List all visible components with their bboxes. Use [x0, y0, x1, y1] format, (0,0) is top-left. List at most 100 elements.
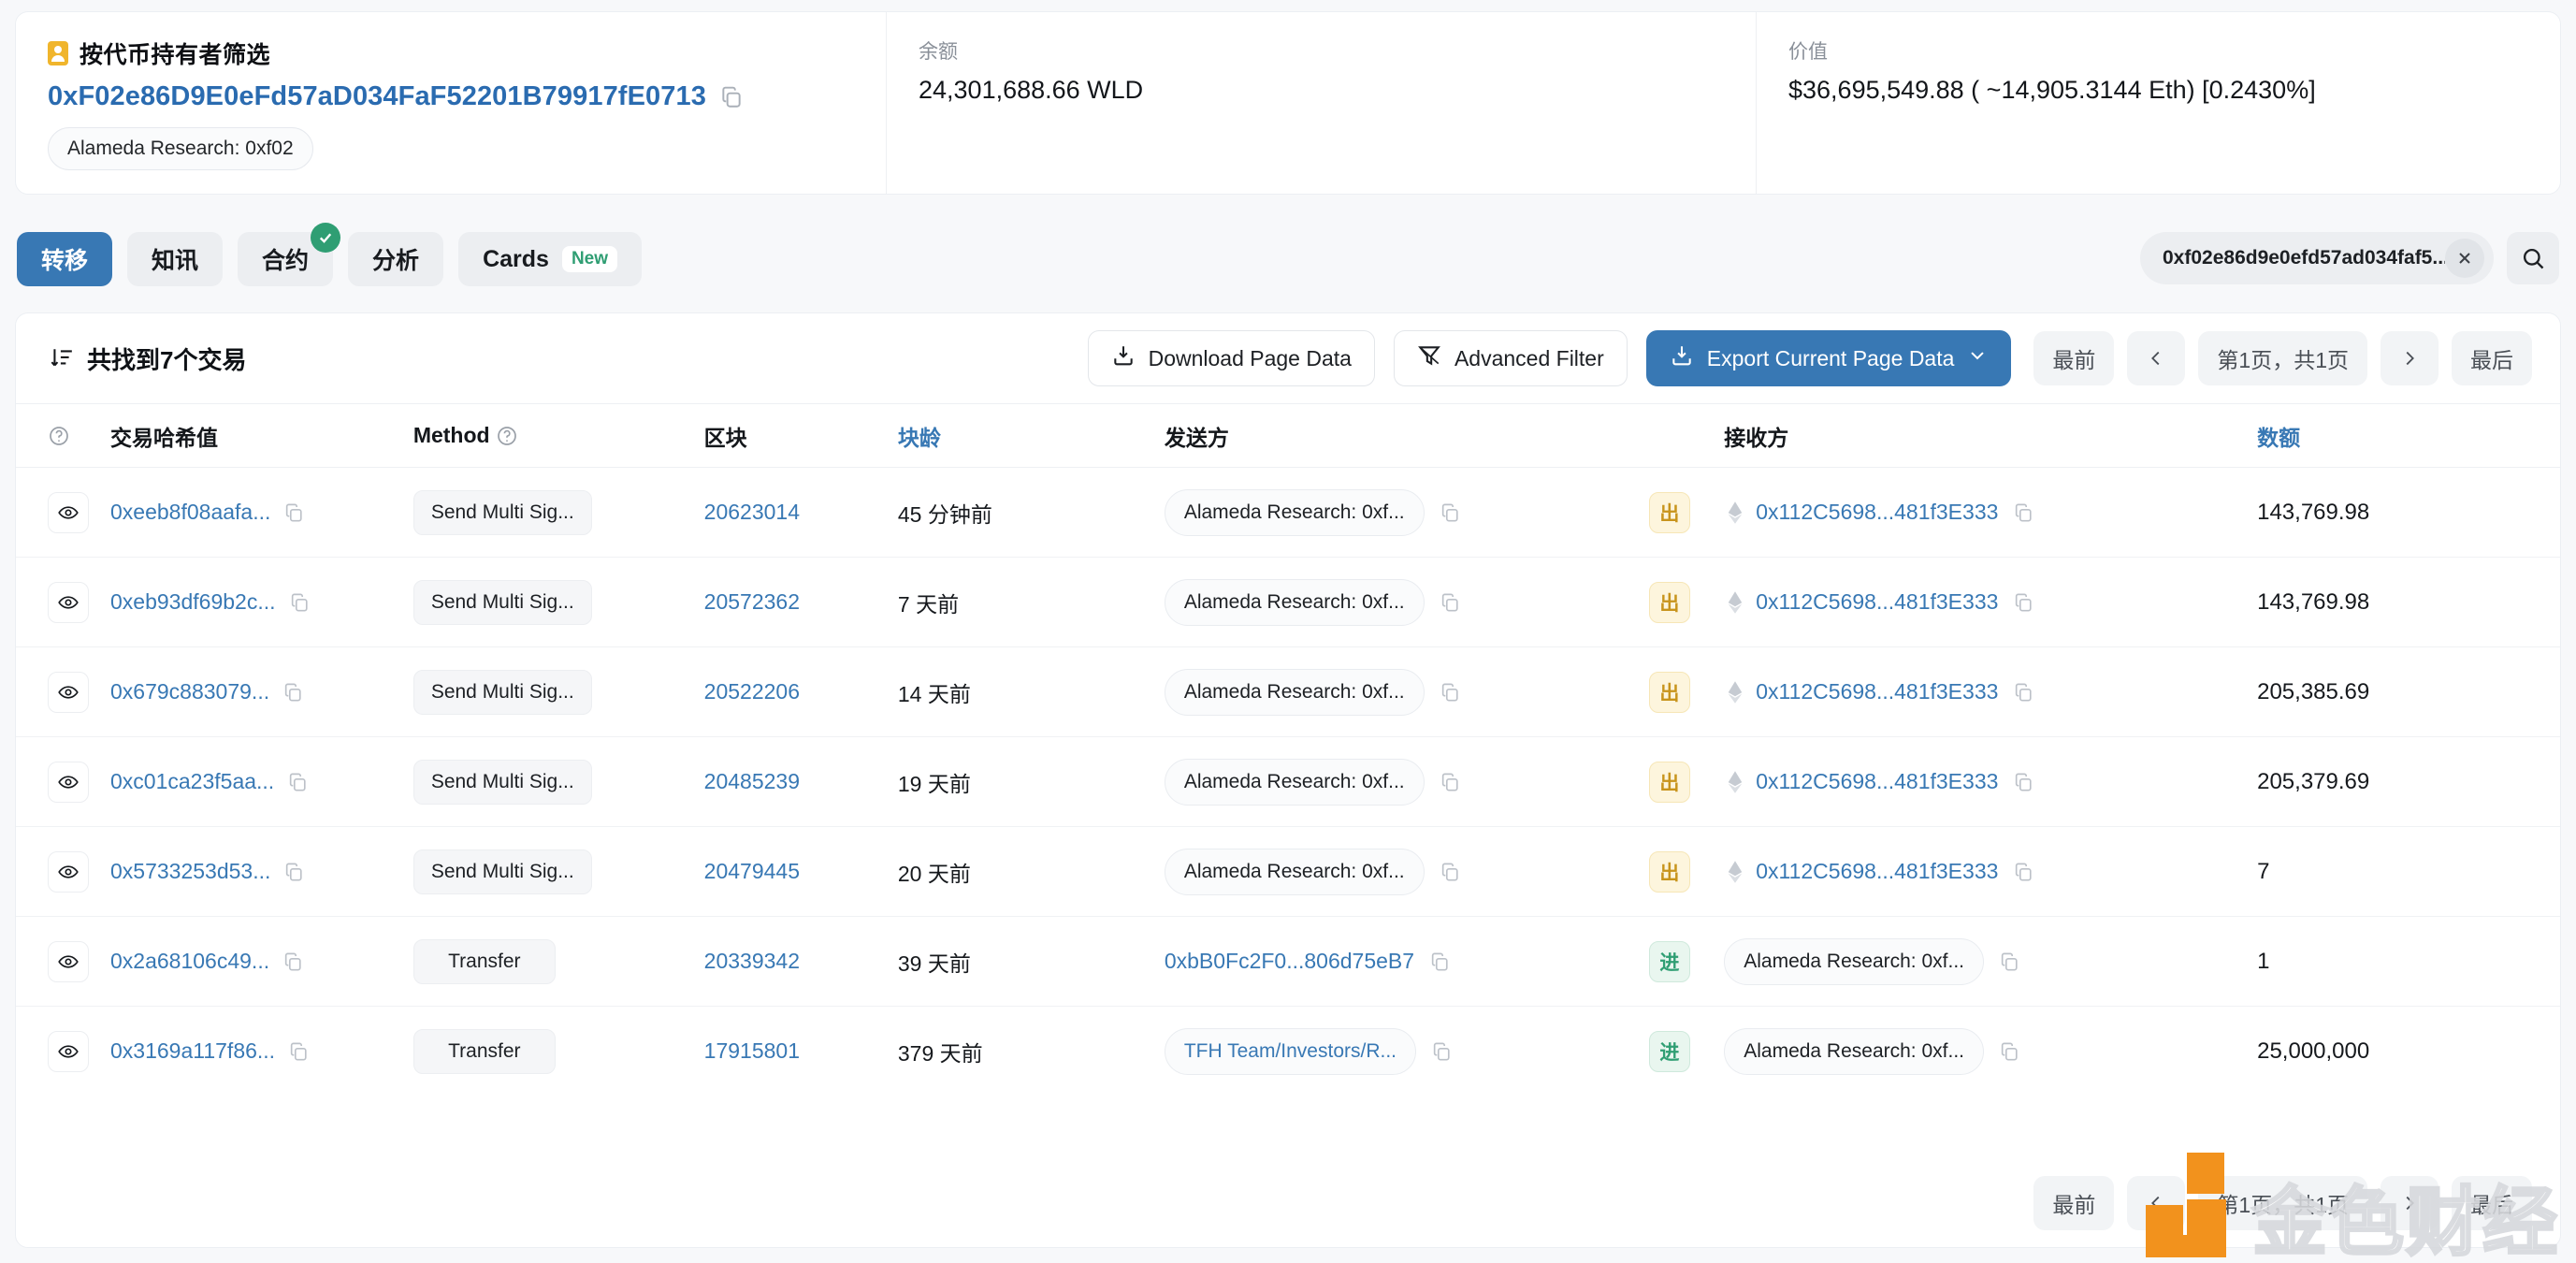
sender-address[interactable]: Alameda Research: 0xf...	[1164, 488, 1425, 536]
tab-4[interactable]: 分析	[348, 232, 444, 286]
sender-address[interactable]: Alameda Research: 0xf...	[1164, 848, 1425, 895]
close-icon[interactable]	[2445, 239, 2484, 278]
sender-cell: Alameda Research: 0xf...	[1164, 467, 1649, 558]
copy-sender-icon[interactable]	[1440, 502, 1460, 523]
pagination-last-button[interactable]: 最后	[2452, 331, 2532, 385]
account-address-row: 0xF02e86D9E0eFd57aD034FaF52201B79917fE07…	[48, 81, 854, 112]
transaction-hash-link[interactable]: 0x3169a117f86...	[110, 1038, 275, 1064]
copy-hash-icon[interactable]	[282, 951, 303, 972]
copy-receiver-icon[interactable]	[2013, 682, 2033, 703]
amount-cell: 143,769.98	[2257, 557, 2560, 647]
age-cell: 14 天前	[897, 646, 1165, 737]
block-number-link[interactable]: 20479445	[704, 859, 800, 883]
block-number-link[interactable]: 17915801	[704, 1038, 800, 1063]
receiver-address[interactable]: Alameda Research: 0xf...	[1724, 1027, 1984, 1075]
tab-3[interactable]: 合约	[238, 223, 341, 286]
direction-out-badge: 出	[1648, 581, 1690, 623]
eye-icon[interactable]	[48, 940, 89, 982]
download-page-data-button[interactable]: Download Page Data	[1087, 330, 1375, 386]
eye-icon[interactable]	[48, 581, 89, 623]
column-header-amount[interactable]: 数额	[2257, 403, 2560, 468]
pagination-next-button-bottom[interactable]	[2381, 1176, 2439, 1230]
transaction-hash-link[interactable]: 0xc01ca23f5aa...	[110, 769, 274, 794]
copy-sender-icon[interactable]	[1440, 772, 1460, 792]
eye-icon[interactable]	[48, 850, 89, 893]
block-number-link[interactable]: 20339342	[704, 949, 800, 973]
copy-sender-icon[interactable]	[1440, 682, 1460, 703]
copy-hash-icon[interactable]	[283, 502, 304, 523]
receiver-address[interactable]: 0x112C5698...481f3E333	[1756, 769, 1998, 794]
sender-address[interactable]: Alameda Research: 0xf...	[1164, 758, 1425, 806]
block-number-link[interactable]: 20485239	[704, 769, 800, 793]
export-current-page-data-button[interactable]: Export Current Page Data	[1645, 330, 2012, 386]
copy-receiver-icon[interactable]	[1999, 1041, 2019, 1062]
sender-address[interactable]: TFH Team/Investors/R...	[1164, 1027, 1416, 1075]
pagination-prev-button[interactable]	[2127, 331, 2186, 385]
direction-in-badge: 进	[1648, 940, 1690, 982]
copy-receiver-icon[interactable]	[2013, 772, 2033, 792]
sender-address[interactable]: Alameda Research: 0xf...	[1164, 668, 1425, 716]
transaction-hash-link[interactable]: 0xeb93df69b2c...	[110, 589, 275, 615]
eye-icon[interactable]	[48, 491, 89, 533]
copy-sender-icon[interactable]	[1440, 862, 1460, 882]
copy-hash-icon[interactable]	[287, 772, 308, 792]
copy-hash-icon[interactable]	[288, 1041, 309, 1062]
tab-2[interactable]: 知讯	[127, 232, 224, 286]
method-badge[interactable]: Send Multi Sig...	[412, 669, 592, 715]
transaction-hash-link[interactable]: 0xeeb8f08aafa...	[110, 500, 270, 525]
tab-5[interactable]: Cards New	[458, 232, 643, 286]
receiver-cell: Alameda Research: 0xf...	[1724, 1007, 2257, 1096]
block-number-link[interactable]: 20572362	[704, 589, 800, 614]
copy-hash-icon[interactable]	[289, 592, 310, 613]
row-preview-cell	[16, 467, 111, 558]
account-address[interactable]: 0xF02e86D9E0eFd57aD034FaF52201B79917fE07…	[48, 81, 706, 112]
pagination-first-button-bottom[interactable]: 最前	[2033, 1176, 2115, 1230]
search-box[interactable]	[2140, 232, 2494, 284]
method-badge[interactable]: Transfer	[412, 938, 556, 984]
copy-receiver-icon[interactable]	[2013, 502, 2033, 523]
copy-receiver-icon[interactable]	[2013, 862, 2033, 882]
pagination-first-button[interactable]: 最前	[2033, 331, 2115, 385]
eye-icon[interactable]	[48, 1030, 89, 1072]
sender-address[interactable]: 0xbB0Fc2F0...806d75eB7	[1165, 949, 1414, 974]
copy-sender-icon[interactable]	[1440, 592, 1460, 613]
copy-receiver-icon[interactable]	[1999, 951, 2019, 972]
column-header-to: 接收方	[1724, 403, 2258, 468]
pagination-last-button-bottom[interactable]: 最后	[2452, 1176, 2532, 1230]
transaction-hash-link[interactable]: 0x679c883079...	[110, 679, 269, 704]
copy-hash-icon[interactable]	[282, 682, 303, 703]
method-badge[interactable]: Send Multi Sig...	[412, 489, 592, 535]
transaction-hash-link[interactable]: 0x2a68106c49...	[110, 949, 269, 974]
copy-sender-icon[interactable]	[1431, 1041, 1452, 1062]
column-header-label: 发送方	[1164, 425, 1229, 450]
method-badge[interactable]: Send Multi Sig...	[412, 759, 592, 805]
sender-address[interactable]: Alameda Research: 0xf...	[1164, 578, 1425, 626]
direction-out-badge: 出	[1648, 850, 1690, 893]
receiver-address[interactable]: 0x112C5698...481f3E333	[1756, 679, 1998, 704]
receiver-address[interactable]: 0x112C5698...481f3E333	[1756, 859, 1998, 884]
receiver-address[interactable]: Alameda Research: 0xf...	[1724, 937, 1984, 985]
copy-sender-icon[interactable]	[1429, 951, 1450, 972]
tab-1[interactable]: 转移	[17, 232, 113, 286]
pagination-prev-button-bottom[interactable]	[2127, 1176, 2186, 1230]
address-name-tag[interactable]: Alameda Research: 0xf02	[48, 127, 313, 170]
receiver-address[interactable]: 0x112C5698...481f3E333	[1756, 589, 1998, 615]
column-header-age[interactable]: 块龄	[897, 403, 1165, 468]
eye-icon[interactable]	[48, 761, 89, 803]
advanced-filter-button[interactable]: Advanced Filter	[1393, 330, 1628, 386]
copy-address-icon[interactable]	[719, 85, 744, 109]
eye-icon[interactable]	[48, 671, 89, 713]
pagination-next-button[interactable]	[2381, 331, 2439, 385]
block-number-link[interactable]: 20623014	[704, 500, 800, 524]
copy-receiver-icon[interactable]	[2013, 592, 2033, 613]
transaction-hash-link[interactable]: 0x5733253d53...	[110, 859, 270, 884]
method-badge[interactable]: Transfer	[412, 1028, 556, 1074]
method-badge[interactable]: Send Multi Sig...	[412, 579, 592, 625]
search-icon[interactable]	[2507, 232, 2559, 284]
copy-hash-icon[interactable]	[283, 862, 304, 882]
bottom-pagination: 最前 第1页，共1页 最后	[2033, 1176, 2532, 1230]
search-input[interactable]	[2163, 247, 2445, 269]
method-badge[interactable]: Send Multi Sig...	[412, 849, 592, 894]
receiver-address[interactable]: 0x112C5698...481f3E333	[1756, 500, 1998, 525]
block-number-link[interactable]: 20522206	[704, 679, 800, 704]
